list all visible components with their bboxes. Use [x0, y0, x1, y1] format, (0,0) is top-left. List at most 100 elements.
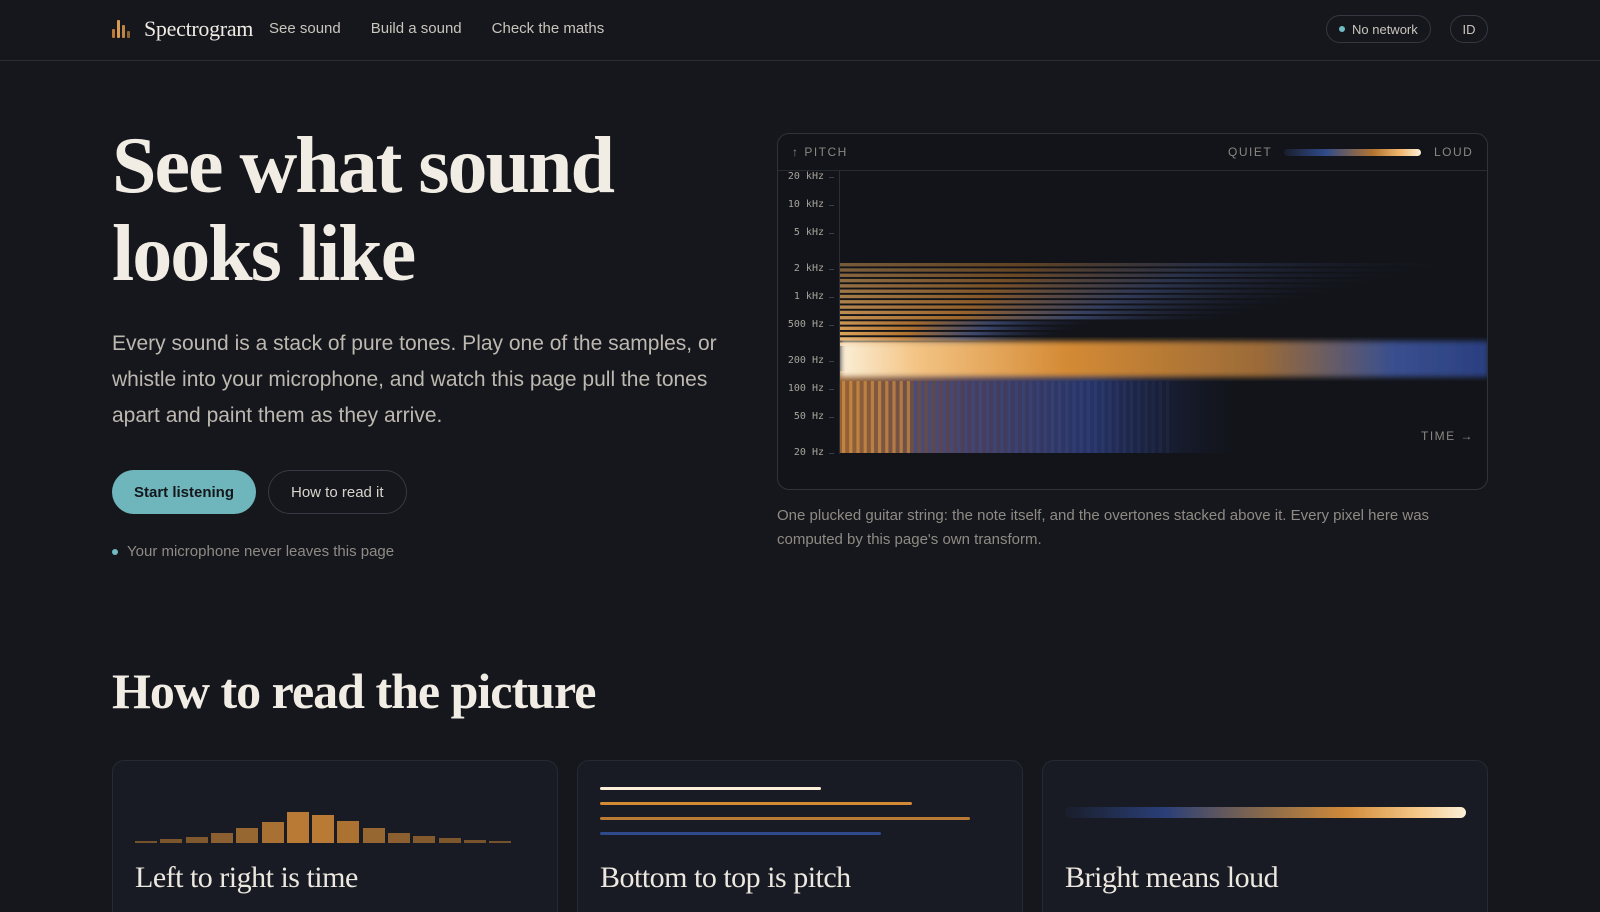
- tick-label: 200 Hz: [780, 355, 834, 366]
- transient-stripe: [1022, 381, 1026, 453]
- transient-stripe: [1000, 381, 1004, 453]
- transient-stripe: [914, 381, 918, 453]
- spectrogram-plot: TIME →: [839, 171, 1487, 454]
- harmonic-band: [840, 321, 1097, 325]
- histogram-bar: [337, 821, 360, 843]
- spectrogram-header: ↑ PITCH QUIET LOUD: [778, 134, 1487, 171]
- transient-stripe: [1122, 381, 1126, 453]
- histogram-bar: [362, 828, 385, 843]
- network-status-label: No network: [1352, 21, 1418, 37]
- transient-stripe: [1072, 381, 1076, 453]
- histogram-bar: [160, 839, 183, 843]
- transient-stripe: [1065, 381, 1069, 453]
- transient-stripe: [878, 381, 882, 453]
- section-title: How to read the picture: [112, 663, 596, 719]
- card-title: Left to right is time: [135, 861, 358, 894]
- language-switcher[interactable]: ID: [1450, 15, 1488, 43]
- nav-build-a-sound[interactable]: Build a sound: [371, 20, 462, 37]
- transient-stripe: [1101, 381, 1105, 453]
- harmonic-band: [840, 268, 1434, 272]
- transient-stripe: [1130, 381, 1134, 453]
- harmonic-band: [840, 273, 1412, 277]
- privacy-note-text: Your microphone never leaves this page: [127, 543, 395, 560]
- hero-title: See what sound looks like: [112, 122, 712, 298]
- transient-stripe: [935, 381, 939, 453]
- transient-stripe: [1166, 381, 1170, 453]
- harmonic-band: [840, 326, 1081, 330]
- network-status-badge: No network: [1326, 15, 1431, 43]
- transient-stripe: [899, 381, 903, 453]
- histogram-bar: [210, 833, 233, 843]
- harmonic-band: [840, 278, 1389, 283]
- start-listening-button[interactable]: Start listening: [112, 470, 257, 514]
- harmonic-band: [840, 294, 1321, 299]
- how-to-read-button[interactable]: How to read it: [268, 470, 407, 514]
- transient-stripe: [971, 381, 975, 453]
- histogram-bar: [438, 838, 461, 843]
- harmonic-band: [840, 310, 1253, 315]
- transient-stripe: [1115, 381, 1119, 453]
- transient-stripe: [1151, 381, 1155, 453]
- harmonic-band: [840, 337, 1049, 341]
- transient-stripe: [1036, 381, 1040, 453]
- transient-stripe: [942, 381, 946, 453]
- hero-title-line-2: looks like: [112, 210, 416, 298]
- tick-label: 5 kHz: [780, 227, 834, 238]
- histogram-bar: [388, 833, 410, 843]
- histogram-bar: [286, 812, 309, 843]
- harmonic-band: [840, 316, 1230, 320]
- hero-title-line-1: See what sound: [112, 122, 615, 210]
- harmonic-band: [840, 289, 1343, 293]
- transient-stripe: [1014, 381, 1018, 453]
- transient-stripe: [1029, 381, 1033, 453]
- tick-label: 1 kHz: [780, 291, 834, 302]
- transient-stripe: [950, 381, 954, 453]
- transient-stripe: [842, 381, 846, 453]
- tick-label: 10 kHz: [780, 199, 834, 210]
- main-nav: See sound Build a sound Check the maths: [269, 20, 604, 37]
- loudness-card: Bright means loud: [1042, 760, 1488, 912]
- histogram-bar: [185, 837, 208, 843]
- transient-stripe: [849, 381, 853, 453]
- quiet-label: QUIET: [1228, 145, 1273, 159]
- top-bar: Spectrogram See sound Build a sound Chec…: [0, 0, 1600, 61]
- loudness-scale: [1284, 149, 1421, 156]
- histogram-bar: [413, 836, 436, 843]
- loudness-gradient-icon: [1065, 807, 1466, 818]
- transient-stripe: [1079, 381, 1083, 453]
- brand[interactable]: Spectrogram: [112, 16, 253, 42]
- card-title: Bright means loud: [1065, 861, 1279, 894]
- time-card: Left to right is time: [112, 760, 558, 912]
- transient-stripe: [957, 381, 961, 453]
- card-title: Bottom to top is pitch: [600, 861, 851, 894]
- nav-see-sound[interactable]: See sound: [269, 20, 341, 37]
- transient-stripe: [1043, 381, 1047, 453]
- nav-check-the-maths[interactable]: Check the maths: [492, 20, 605, 37]
- transient-stripe: [885, 381, 889, 453]
- histogram-bar: [312, 815, 335, 843]
- privacy-dot-icon: [112, 548, 118, 555]
- transient-stripe: [986, 381, 990, 453]
- privacy-note: Your microphone never leaves this page: [112, 543, 394, 560]
- pitch-card: Bottom to top is pitch: [577, 760, 1023, 912]
- tick-label: 20 Hz: [780, 447, 834, 458]
- histogram-bar: [463, 840, 486, 843]
- tick-label: 500 Hz: [780, 319, 834, 330]
- pitch-axis-label: ↑ PITCH: [792, 145, 848, 159]
- spectrogram-image: [840, 171, 1487, 454]
- harmonic-band: [840, 331, 1065, 336]
- transient-stripe: [993, 381, 997, 453]
- spectrogram-caption: One plucked guitar string: the note itse…: [777, 507, 1430, 548]
- status-dot-icon: [1339, 26, 1345, 32]
- transient-stripe: [1086, 381, 1090, 453]
- brand-name: Spectrogram: [144, 16, 254, 41]
- hero-subtitle: Every sound is a stack of pure tones. Pl…: [112, 332, 717, 427]
- transient-stripe: [1144, 381, 1148, 453]
- transient-stripe: [863, 381, 867, 453]
- transient-stripe: [978, 381, 982, 453]
- transient-stripe: [1108, 381, 1112, 453]
- transient-stripe: [1094, 381, 1098, 453]
- tick-label: 100 Hz: [780, 383, 834, 394]
- transient-stripe: [1158, 381, 1162, 453]
- transient-stripe: [1137, 381, 1141, 453]
